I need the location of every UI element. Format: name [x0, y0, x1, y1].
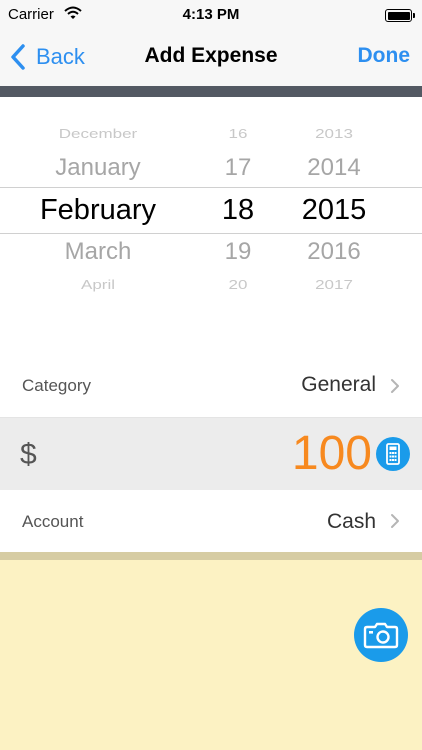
- year-option[interactable]: 2017: [288, 277, 380, 293]
- currency-symbol: $: [20, 438, 37, 471]
- year-option[interactable]: 2016: [288, 238, 380, 266]
- day-option[interactable]: 20: [198, 277, 278, 293]
- category-value: General: [301, 373, 376, 396]
- account-row[interactable]: Account Cash: [0, 490, 422, 552]
- note-top-border: [0, 552, 422, 560]
- month-wheel[interactable]: December January February March April: [18, 97, 178, 352]
- year-wheel[interactable]: 2013 2014 2015 2016 2017: [288, 97, 380, 352]
- day-option[interactable]: 19: [198, 238, 278, 266]
- day-selected[interactable]: 18: [198, 194, 278, 227]
- category-row[interactable]: Category General: [0, 352, 422, 418]
- year-selected[interactable]: 2015: [288, 194, 380, 227]
- status-bar: Carrier 4:13 PM: [0, 0, 422, 30]
- calculator-icon: [386, 443, 400, 465]
- note-field[interactable]: [0, 560, 422, 750]
- navigation-bar: Back Add Expense Done: [0, 30, 422, 86]
- month-option[interactable]: January: [18, 154, 178, 182]
- day-option[interactable]: 17: [198, 154, 278, 182]
- amount-input[interactable]: 100: [292, 426, 372, 481]
- battery-icon: [385, 9, 415, 22]
- account-value: Cash: [326, 510, 376, 533]
- year-option[interactable]: 2013: [288, 126, 380, 142]
- month-option[interactable]: March: [18, 238, 178, 266]
- month-selected[interactable]: February: [18, 194, 178, 227]
- month-option[interactable]: December: [18, 126, 178, 142]
- done-button[interactable]: Done: [358, 44, 411, 68]
- calculator-button[interactable]: [376, 437, 410, 471]
- date-picker: December January February March April 16…: [0, 97, 422, 352]
- day-wheel[interactable]: 16 17 18 19 20: [198, 97, 278, 352]
- amount-row: $ 100: [0, 418, 422, 490]
- camera-button[interactable]: [354, 608, 408, 662]
- header-divider: [0, 86, 422, 97]
- category-label: Category: [22, 376, 91, 395]
- status-time: 4:13 PM: [182, 6, 240, 23]
- account-label: Account: [22, 512, 84, 531]
- chevron-right-icon: [391, 514, 399, 528]
- year-option[interactable]: 2014: [288, 154, 380, 182]
- camera-icon: [363, 622, 399, 649]
- month-option[interactable]: April: [18, 277, 178, 293]
- day-option[interactable]: 16: [198, 126, 278, 142]
- chevron-right-icon: [391, 379, 399, 393]
